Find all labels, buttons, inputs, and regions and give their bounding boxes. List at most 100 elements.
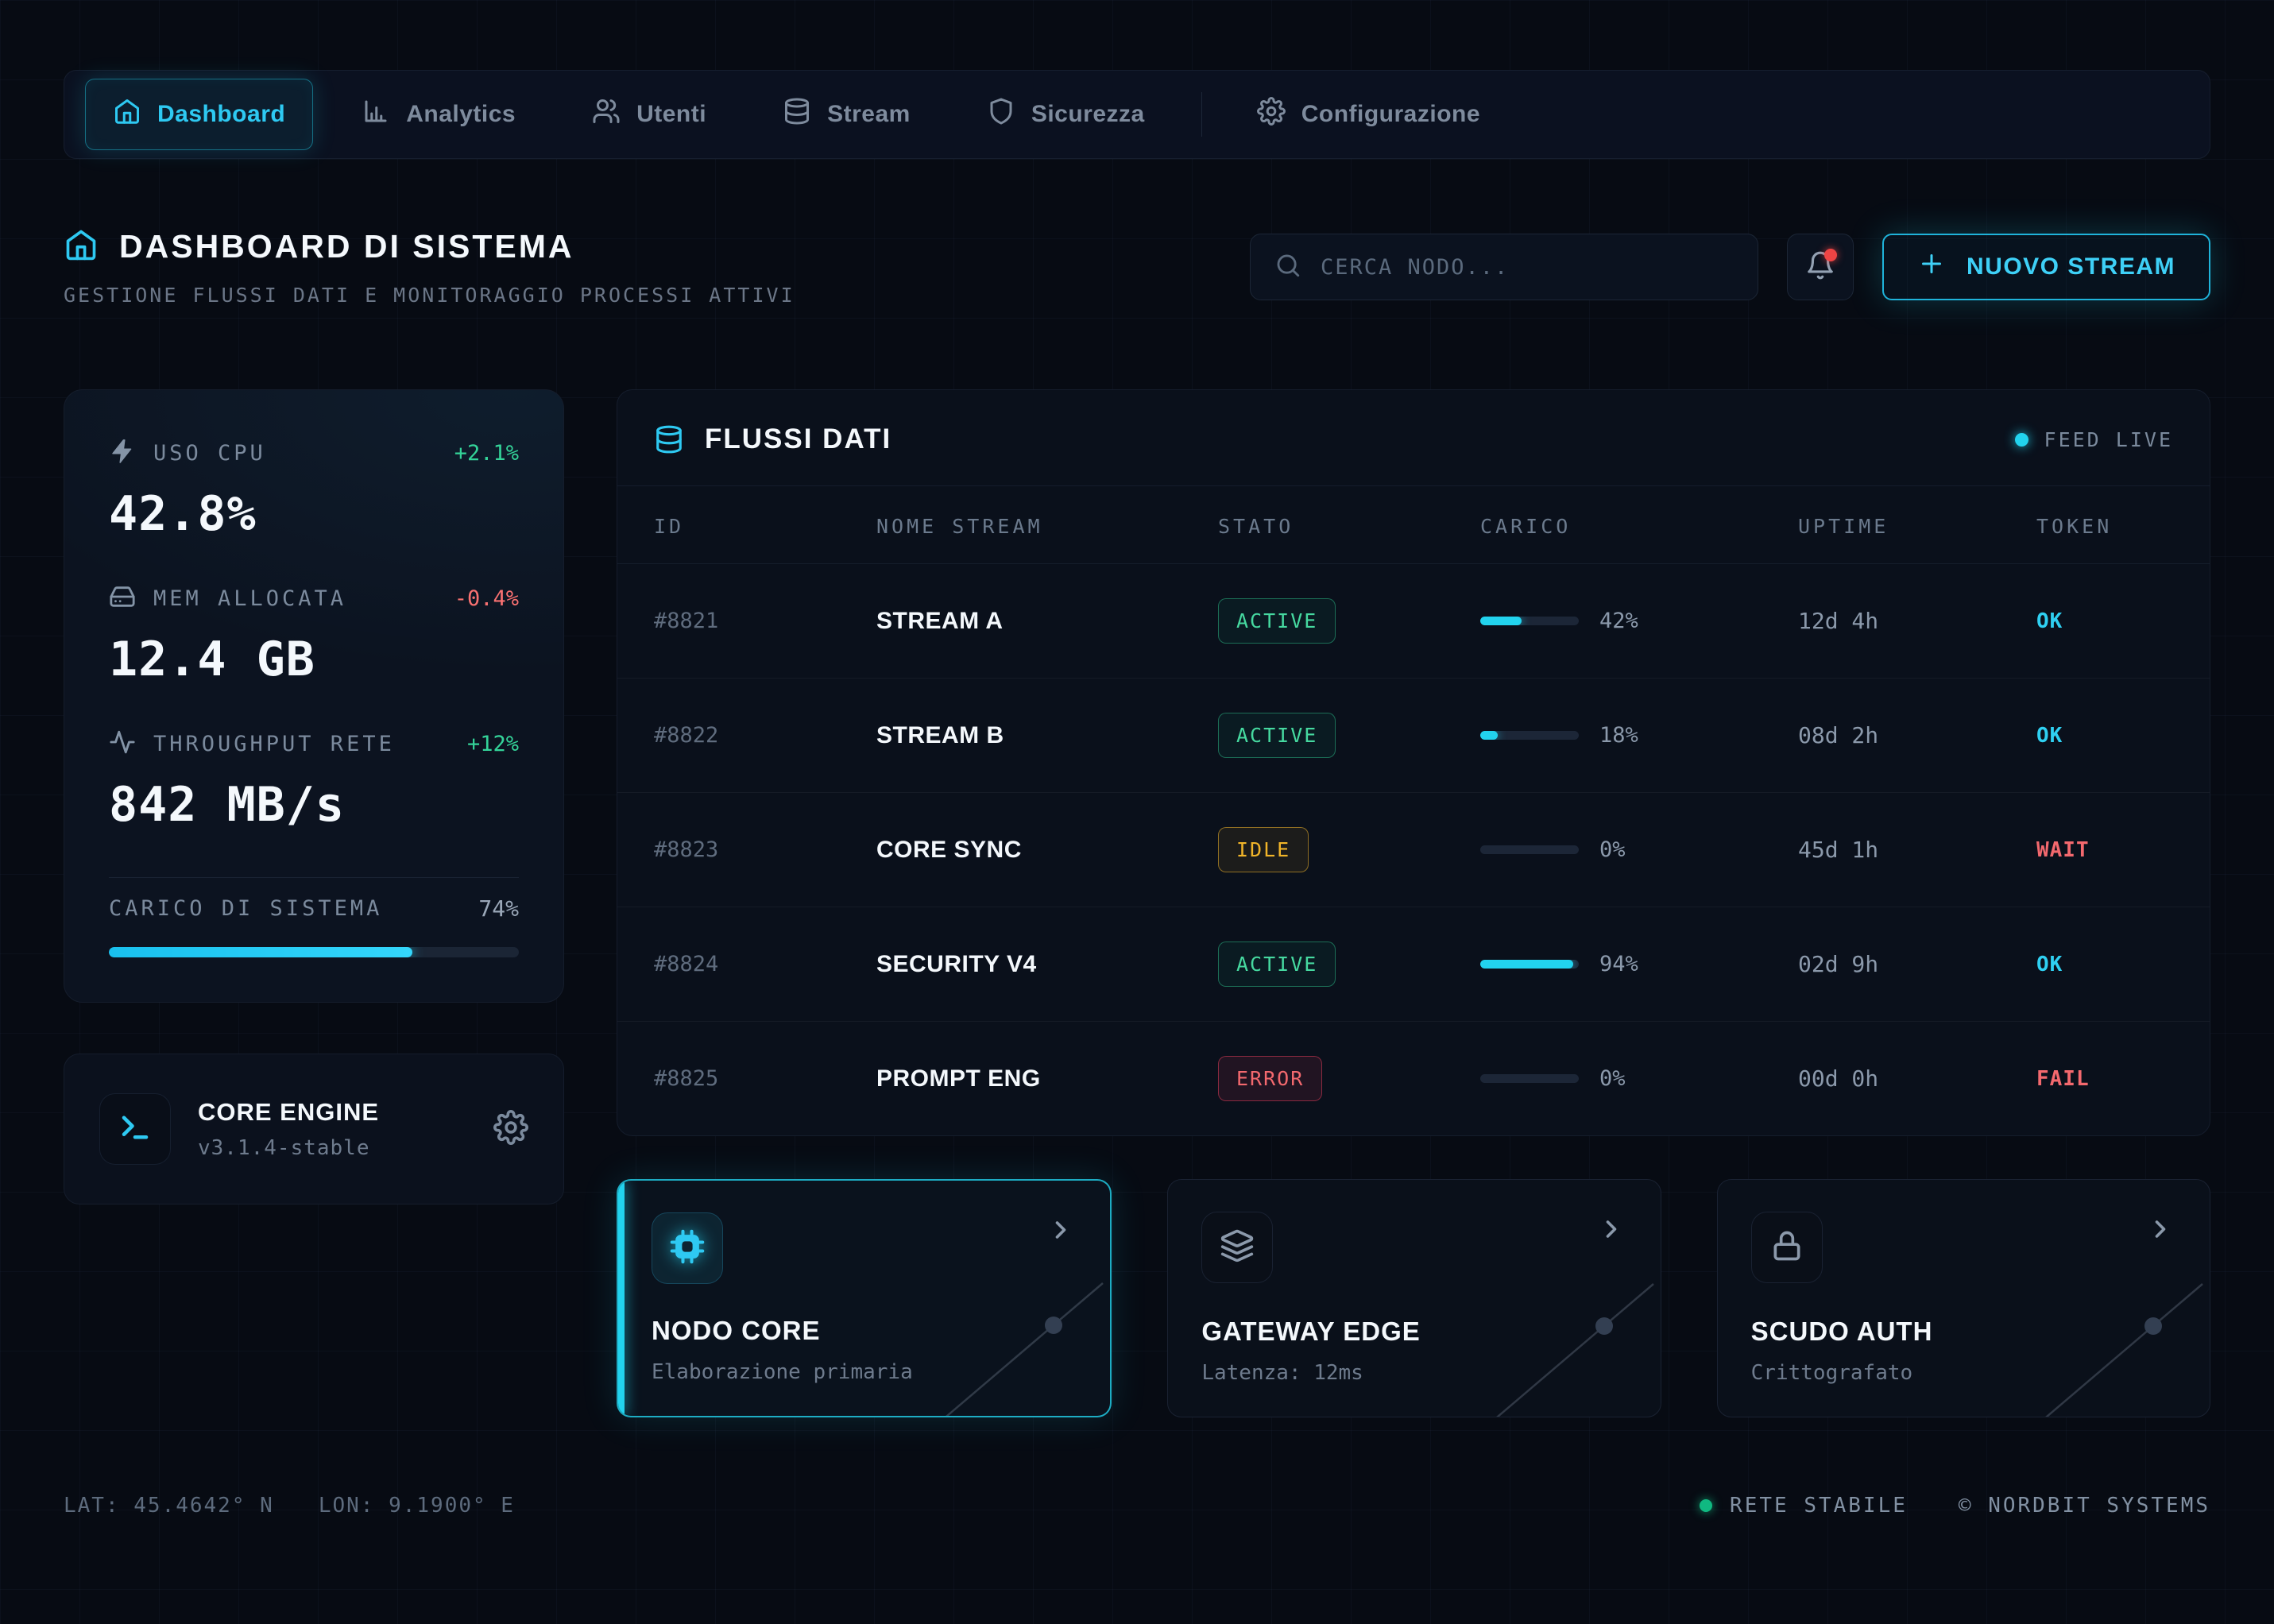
load-bar-fill [1480, 731, 1498, 740]
node-core-card[interactable]: NODO CORE Elaborazione primaria [617, 1179, 1112, 1417]
scudo-auth-card[interactable]: SCUDO AUTH Crittografato [1717, 1179, 2210, 1417]
hard-drive-icon [109, 583, 136, 614]
page-header: DASHBOARD DI SISTEMA GESTIONE FLUSSI DAT… [64, 227, 2210, 307]
stat-value: 842 MB/s [109, 777, 519, 833]
notification-badge-dot [1824, 249, 1837, 261]
lock-icon [1769, 1228, 1804, 1267]
token-status: OK [2036, 953, 2173, 976]
notifications-button[interactable] [1787, 234, 1854, 300]
uptime-value: 12d 4h [1798, 608, 2036, 634]
load-bar-fill [1480, 617, 1522, 625]
engine-icon-tile [99, 1093, 171, 1165]
longitude-readout: LON: 9.1900° E [319, 1494, 515, 1518]
load-value: 18% [1599, 723, 1638, 748]
stat-delta: +12% [467, 732, 519, 756]
core-engine-card: CORE ENGINE v3.1.4-stable [64, 1054, 564, 1204]
stream-name: STREAM B [876, 722, 1218, 749]
engine-title: CORE ENGINE [198, 1098, 379, 1127]
token-status: FAIL [2036, 1067, 2173, 1091]
nav-item-label: Configurazione [1301, 101, 1480, 128]
table-row[interactable]: #8824 SECURITY V4 ACTIVE 94% 02d 9h OK [617, 907, 2210, 1022]
gear-icon [493, 1110, 528, 1149]
chevron-right-icon [1046, 1216, 1075, 1248]
nav-divider [1201, 92, 1202, 137]
data-streams-panel: FLUSSI DATI FEED LIVE ID NOME STREAM STA… [617, 389, 2210, 1136]
network-status: RETE STABILE [1700, 1494, 1908, 1518]
new-stream-label: NUOVO STREAM [1967, 253, 2175, 280]
column-header-uptime: UPTIME [1798, 515, 2036, 538]
uptime-value: 45d 1h [1798, 837, 2036, 863]
table-row[interactable]: #8825 PROMPT ENG ERROR 0% 00d 0h FAIL [617, 1022, 2210, 1135]
card-icon-tile [652, 1212, 723, 1284]
card-subtitle: Crittografato [1751, 1361, 2176, 1385]
live-dot [2015, 433, 2028, 447]
chevron-right-icon [1597, 1215, 1626, 1247]
chevron-right-icon [2146, 1215, 2175, 1247]
nav-item-sicurezza[interactable]: Sicurezza [959, 79, 1173, 150]
engine-version: v3.1.4-stable [198, 1136, 379, 1160]
load-bar-fill [1480, 960, 1573, 969]
load-bar [1480, 960, 1579, 969]
card-title: GATEWAY EDGE [1201, 1317, 1626, 1347]
nav-item-stream[interactable]: Stream [755, 79, 938, 150]
stat-delta: +2.1% [454, 441, 519, 466]
feed-live-label: FEED LIVE [2044, 428, 2173, 451]
nav-item-configurazione[interactable]: Configurazione [1229, 79, 1508, 150]
layers-icon [1220, 1228, 1255, 1267]
table-row[interactable]: #8823 CORE SYNC IDLE 0% 45d 1h WAIT [617, 793, 2210, 907]
stream-id: #8822 [654, 723, 876, 748]
users-icon [592, 97, 621, 132]
load-value: 0% [1599, 837, 1626, 862]
gear-icon [1257, 97, 1286, 132]
load-bar [1480, 617, 1579, 625]
search-icon [1274, 252, 1301, 283]
page-title: DASHBOARD DI SISTEMA [119, 228, 574, 265]
page-subtitle: GESTIONE FLUSSI DATI E MONITORAGGIO PROC… [64, 284, 795, 307]
network-status-label: RETE STABILE [1730, 1494, 1908, 1518]
nav-item-label: Analytics [406, 101, 516, 128]
load-value: 42% [1599, 609, 1638, 633]
token-status: WAIT [2036, 838, 2173, 862]
nav-item-label: Sicurezza [1031, 101, 1145, 128]
copyright: © NORDBIT SYSTEMS [1959, 1494, 2210, 1518]
stream-id: #8825 [654, 1066, 876, 1091]
load-value: 94% [1599, 952, 1638, 976]
load-bar [1480, 1074, 1579, 1083]
status-badge: IDLE [1218, 827, 1309, 872]
load-progress-fill [109, 947, 412, 957]
stream-name: CORE SYNC [876, 837, 1218, 864]
stream-id: #8824 [654, 952, 876, 976]
search-input[interactable] [1321, 255, 1734, 280]
load-value: 0% [1599, 1066, 1626, 1091]
column-header-nome-stream: NOME STREAM [876, 515, 1218, 538]
nav-item-label: Utenti [636, 101, 706, 128]
status-footer: LAT: 45.4642° N LON: 9.1900° E RETE STAB… [64, 1494, 2210, 1518]
load-progress-bar [109, 947, 519, 957]
stat-delta: -0.4% [454, 586, 519, 611]
table-row[interactable]: #8822 STREAM B ACTIVE 18% 08d 2h OK [617, 679, 2210, 793]
card-title: SCUDO AUTH [1751, 1317, 2176, 1347]
nav-item-dashboard[interactable]: Dashboard [85, 79, 313, 150]
new-stream-button[interactable]: NUOVO STREAM [1882, 234, 2210, 300]
database-icon [654, 424, 684, 454]
card-icon-tile [1201, 1212, 1273, 1283]
card-title: NODO CORE [652, 1316, 1077, 1346]
engine-settings-button[interactable] [493, 1110, 528, 1149]
load-cell: 18% [1480, 723, 1798, 748]
home-icon [113, 97, 141, 132]
nav-item-analytics[interactable]: Analytics [334, 79, 543, 150]
table-row[interactable]: #8821 STREAM A ACTIVE 42% 12d 4h OK [617, 564, 2210, 679]
plus-icon [1917, 249, 1946, 284]
stat-network: THROUGHPUT RETE +12% 842 MB/s [109, 729, 519, 874]
column-header-id: ID [654, 515, 876, 538]
stat-value: 12.4 GB [109, 632, 519, 687]
stream-name: SECURITY V4 [876, 951, 1218, 978]
nav-item-utenti[interactable]: Utenti [564, 79, 734, 150]
panel-title: FLUSSI DATI [705, 423, 891, 455]
card-icon-tile [1751, 1212, 1823, 1283]
shield-icon [987, 97, 1015, 132]
gateway-edge-card[interactable]: GATEWAY EDGE Latenza: 12ms [1167, 1179, 1661, 1417]
stat-cpu: USO CPU +2.1% 42.8% [109, 438, 519, 583]
latitude-readout: LAT: 45.4642° N [64, 1494, 274, 1518]
stat-memory: MEM ALLOCATA -0.4% 12.4 GB [109, 583, 519, 729]
